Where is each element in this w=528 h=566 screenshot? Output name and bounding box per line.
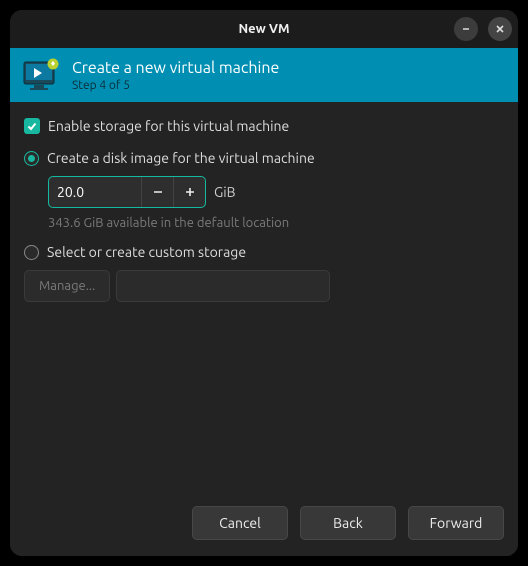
back-button[interactable]: Back: [300, 506, 396, 540]
create-disk-row[interactable]: Create a disk image for the virtual mach…: [24, 150, 504, 166]
vm-monitor-icon: [20, 54, 62, 96]
create-disk-radio[interactable]: [24, 151, 39, 166]
disk-size-spinner: [48, 176, 206, 208]
window-frame: New VM Create a new virtual machine: [10, 10, 518, 556]
enable-storage-row[interactable]: Enable storage for this virtual machine: [24, 118, 504, 134]
header-banner: Create a new virtual machine Step 4 of 5: [10, 48, 518, 102]
disk-size-row: GiB: [48, 176, 504, 208]
manage-row: Manage...: [24, 270, 504, 302]
plus-icon: [184, 186, 196, 198]
storage-path-field[interactable]: [116, 270, 330, 302]
custom-storage-row[interactable]: Select or create custom storage: [24, 244, 504, 260]
disk-size-unit: GiB: [214, 184, 236, 200]
enable-storage-label: Enable storage for this virtual machine: [48, 118, 289, 134]
minimize-button[interactable]: [454, 17, 478, 41]
check-icon: [26, 120, 38, 132]
custom-storage-radio[interactable]: [24, 245, 39, 260]
create-disk-label: Create a disk image for the virtual mach…: [47, 150, 315, 166]
banner-text: Create a new virtual machine Step 4 of 5: [72, 59, 279, 92]
banner-title: Create a new virtual machine: [72, 59, 279, 77]
available-space-hint: 343.6 GiB available in the default locat…: [48, 216, 504, 230]
banner-step: Step 4 of 5: [72, 79, 279, 92]
forward-button[interactable]: Forward: [408, 506, 504, 540]
cancel-button[interactable]: Cancel: [192, 506, 288, 540]
close-button[interactable]: [488, 17, 512, 41]
window-controls: [454, 17, 512, 41]
custom-storage-label: Select or create custom storage: [47, 244, 246, 260]
disk-size-input[interactable]: [49, 177, 141, 207]
manage-button[interactable]: Manage...: [24, 270, 110, 302]
window-title: New VM: [238, 22, 289, 36]
main-content: Enable storage for this virtual machine …: [10, 102, 518, 494]
increment-button[interactable]: [173, 177, 205, 207]
minus-icon: [152, 186, 164, 198]
decrement-button[interactable]: [141, 177, 173, 207]
radio-dot-icon: [28, 155, 35, 162]
minimize-icon: [461, 24, 471, 34]
footer: Cancel Back Forward: [10, 494, 518, 556]
enable-storage-checkbox[interactable]: [24, 118, 40, 134]
close-icon: [495, 24, 505, 34]
titlebar: New VM: [10, 10, 518, 48]
